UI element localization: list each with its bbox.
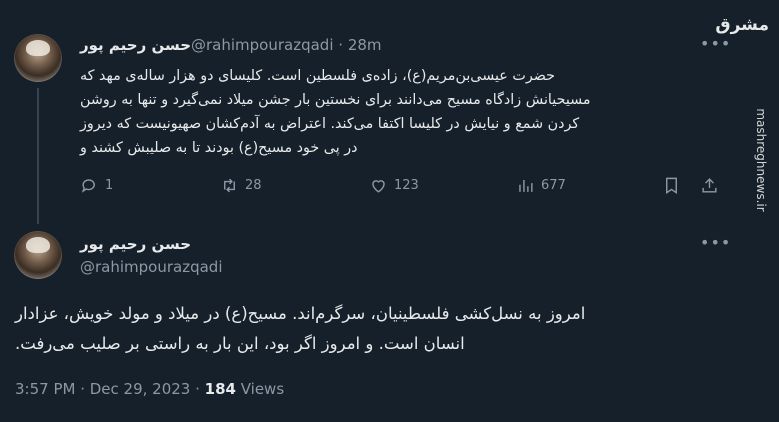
views-count: 677	[541, 178, 566, 193]
author-handle[interactable]: @rahimpourazqadi	[80, 258, 223, 276]
retweet-arrows-icon	[224, 178, 235, 193]
tweet-text: امروز به نسل‌کشی فلسطینیان، سرگرم‌اند. م…	[15, 299, 765, 359]
like-count: 123	[394, 178, 419, 193]
watermark-url: mashreghnews.ir	[754, 108, 768, 212]
tweet-text-line: مسیحیانش زادگاه مسیح می‌دانند برای نخستی…	[80, 92, 591, 108]
author-name[interactable]: حسن رحیم پور	[80, 235, 191, 253]
views-button[interactable]: 677	[516, 176, 566, 195]
author-name[interactable]: حسن رحیم پور	[80, 36, 191, 54]
views-label: Views	[235, 380, 285, 398]
thread-line	[37, 88, 39, 224]
reply-button[interactable]: 1	[80, 176, 113, 195]
tweet-text-line: امروز به نسل‌کشی فلسطینیان، سرگرم‌اند. م…	[15, 304, 586, 323]
mashregh-logo: مشرق	[715, 15, 769, 35]
views-count: 184	[204, 380, 236, 398]
retweet-count: 28	[245, 178, 262, 193]
action-bar: 1 28 123 677	[80, 176, 720, 200]
separator-dot: ·	[338, 36, 344, 54]
tweet-time[interactable]: 28m	[348, 36, 382, 54]
share-button[interactable]	[700, 176, 719, 195]
avatar[interactable]	[14, 34, 62, 82]
bookmark-button[interactable]	[662, 176, 681, 195]
heart-icon	[372, 180, 385, 193]
reply-count: 1	[105, 178, 114, 193]
tweet-meta: 3:57 PM · Dec 29, 2023 · 184 Views	[15, 380, 284, 398]
tweet-text-line: در پی خود مسیح(ع) بودند تا به صلیبش کشند…	[80, 140, 358, 156]
like-button[interactable]: 123	[369, 176, 419, 195]
share-upload-icon	[702, 178, 717, 193]
tweet-timestamp[interactable]: 3:57 PM · Dec 29, 2023 ·	[15, 380, 205, 398]
tweet-text-line: حضرت عیسی‌بن‌مریم(ع)، زاده‌ی فلسطین است.…	[80, 68, 555, 84]
more-horizontal-icon[interactable]: •••	[700, 233, 731, 252]
tweet-text-line: انسان است. و امروز اگر بود، این بار به ر…	[15, 334, 465, 353]
speech-bubble-icon	[81, 179, 95, 193]
avatar[interactable]	[14, 231, 62, 279]
tweet-text: حضرت عیسی‌بن‌مریم(ع)، زاده‌ی فلسطین است.…	[80, 64, 720, 160]
bar-chart-icon	[519, 179, 533, 192]
author-handle[interactable]: @rahimpourazqadi	[191, 36, 334, 54]
retweet-button[interactable]: 28	[220, 176, 262, 195]
bookmark-icon	[666, 177, 677, 194]
more-horizontal-icon[interactable]: •••	[700, 34, 731, 53]
tweet-text-line: کردن شمع و نیایش در کلیسا اکتفا می‌کند. …	[80, 116, 580, 132]
